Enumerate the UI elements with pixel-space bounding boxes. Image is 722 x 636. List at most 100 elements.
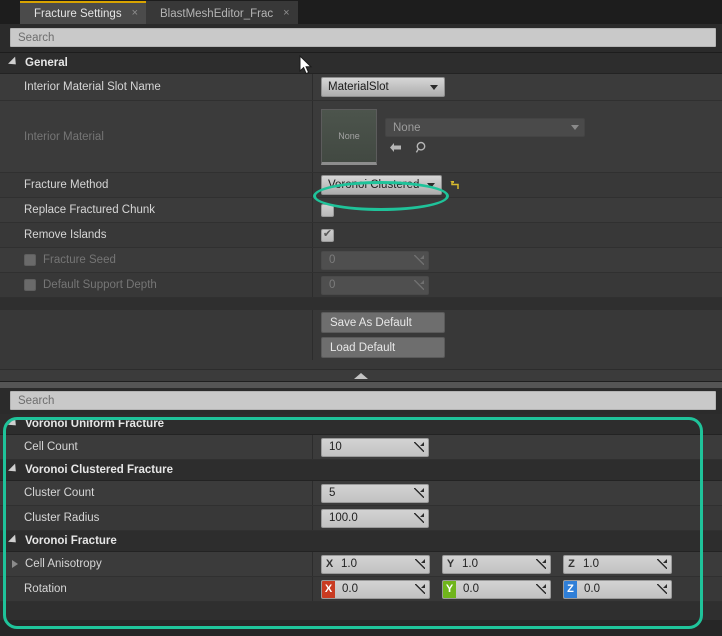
search-input-bottom[interactable]: Search [10, 391, 716, 410]
panel-bottom-padding [0, 602, 722, 620]
voronoi-panels: Voronoi Uniform Fracture Cell Count 10 V… [0, 414, 722, 620]
asset-value: None [393, 121, 421, 134]
row-label: Fracture Method [0, 173, 313, 197]
search-placeholder: Search [18, 31, 55, 44]
material-slot-dropdown[interactable]: MaterialSlot [321, 77, 445, 97]
field-value: 0.0 [463, 583, 479, 595]
field-value: 5 [329, 487, 336, 499]
category-label: Voronoi Uniform Fracture [25, 418, 165, 430]
rotation-x-input[interactable]: X 0.0 [321, 579, 430, 599]
field-value: 0 [329, 254, 336, 266]
row-save-as-default: Save As Default [0, 310, 722, 335]
row-label: Remove Islands [0, 223, 313, 247]
collapse-up-icon[interactable] [354, 372, 368, 379]
tab-fracture-settings[interactable]: Fracture Settings × [20, 1, 147, 24]
row-cluster-count: Cluster Count 5 [0, 481, 722, 506]
fracture-seed-input[interactable]: 0 [321, 250, 429, 270]
material-thumbnail[interactable]: None [321, 108, 377, 165]
row-label: Cell Count [0, 435, 313, 459]
category-label: General [25, 57, 68, 69]
label-text: Fracture Method [24, 179, 109, 191]
chevron-down-icon [8, 534, 20, 546]
category-header-general[interactable]: General [0, 53, 722, 74]
default-support-depth-input[interactable]: 0 [321, 275, 429, 295]
row-value: MaterialSlot [313, 74, 722, 100]
chevron-down-icon [8, 463, 20, 475]
dropdown-value: Voronoi Clustered [328, 179, 420, 191]
category-header-voronoi-fracture[interactable]: Voronoi Fracture [0, 531, 722, 552]
category-header-voronoi-uniform[interactable]: Voronoi Uniform Fracture [0, 414, 722, 435]
spinner-icon[interactable] [656, 583, 668, 595]
spinner-icon[interactable] [413, 279, 425, 291]
fracture-method-dropdown[interactable]: Voronoi Clustered [321, 175, 443, 195]
spinner-icon[interactable] [535, 558, 547, 570]
tab-label: Fracture Settings [34, 7, 122, 20]
panel-splitter[interactable] [0, 369, 722, 382]
replace-fractured-chunk-checkbox[interactable] [321, 203, 334, 217]
fracture-seed-override-checkbox[interactable] [24, 254, 36, 266]
cell-count-input[interactable]: 10 [321, 437, 429, 457]
close-icon[interactable]: × [279, 8, 289, 19]
chevron-down-icon [571, 125, 579, 130]
row-cell-anisotropy: Cell Anisotropy X 1.0 Y 1.0 Z 1.0 [0, 552, 722, 577]
cell-anisotropy-x-input[interactable]: X 1.0 [321, 554, 430, 574]
rotation-y-input[interactable]: Y 0.0 [442, 579, 551, 599]
cluster-count-input[interactable]: 5 [321, 483, 429, 503]
search-input[interactable]: Search [10, 28, 716, 47]
category-header-voronoi-clustered[interactable]: Voronoi Clustered Fracture [0, 460, 722, 481]
bottom-search-row: Search [0, 388, 722, 414]
label-text: Cluster Radius [24, 512, 100, 524]
tab-blastmesheditor-frac[interactable]: BlastMeshEditor_Frac × [146, 1, 298, 24]
spinner-icon[interactable] [413, 441, 425, 453]
asset-picker-dropdown[interactable]: None [385, 118, 585, 137]
field-value: 1.0 [341, 558, 357, 570]
spinner-icon[interactable] [414, 558, 426, 570]
label-text: Fracture Seed [43, 254, 116, 266]
axis-label-y: Y [443, 580, 456, 598]
rotation-z-input[interactable]: Z 0.0 [563, 579, 672, 599]
row-value: 10 [313, 435, 722, 459]
field-value: 0.0 [584, 583, 600, 595]
field-value: 10 [329, 441, 342, 453]
axis-label-x: X [325, 558, 334, 570]
row-value: ✔ [313, 223, 722, 247]
remove-islands-checkbox[interactable]: ✔ [321, 228, 334, 242]
chevron-down-icon [430, 84, 438, 90]
cell-anisotropy-z-input[interactable]: Z 1.0 [563, 554, 672, 574]
row-value: Load Default [313, 335, 722, 360]
spinner-icon[interactable] [656, 558, 668, 570]
back-arrow-icon[interactable] [387, 140, 404, 155]
default-support-depth-override-checkbox[interactable] [24, 279, 36, 291]
spinner-icon[interactable] [413, 254, 425, 266]
spinner-icon[interactable] [413, 512, 425, 524]
row-value: 0 [313, 273, 722, 297]
row-rotation: Rotation X 0.0 Y 0.0 Z 0.0 [0, 577, 722, 602]
magnifier-icon[interactable] [413, 140, 430, 155]
load-default-button[interactable]: Load Default [321, 337, 445, 358]
row-label-empty [0, 310, 313, 335]
row-interior-material: Interior Material None None [0, 101, 722, 173]
spinner-icon[interactable] [414, 583, 426, 595]
panel-gap [0, 298, 722, 310]
button-label: Save As Default [330, 316, 412, 329]
chevron-right-icon[interactable] [12, 560, 18, 568]
field-value: 1.0 [583, 558, 599, 570]
label-text: Cluster Count [24, 487, 95, 499]
cluster-radius-input[interactable]: 100.0 [321, 508, 429, 528]
category-label: Voronoi Fracture [25, 535, 117, 547]
row-load-default: Load Default [0, 335, 722, 360]
row-value: None None [313, 101, 722, 172]
spinner-icon[interactable] [413, 487, 425, 499]
row-interior-material-slot-name: Interior Material Slot Name MaterialSlot [0, 74, 722, 101]
row-value: X 0.0 Y 0.0 Z 0.0 [313, 577, 722, 601]
cell-anisotropy-y-input[interactable]: Y 1.0 [442, 554, 551, 574]
reset-arrow-icon[interactable] [448, 178, 462, 192]
axis-label-y: Y [446, 558, 455, 570]
row-value: X 1.0 Y 1.0 Z 1.0 [313, 552, 722, 576]
label-text: Interior Material Slot Name [24, 81, 161, 93]
row-default-support-depth: Default Support Depth 0 [0, 273, 722, 298]
row-value: Save As Default [313, 310, 722, 335]
close-icon[interactable]: × [128, 8, 138, 19]
save-as-default-button[interactable]: Save As Default [321, 312, 445, 333]
spinner-icon[interactable] [535, 583, 547, 595]
